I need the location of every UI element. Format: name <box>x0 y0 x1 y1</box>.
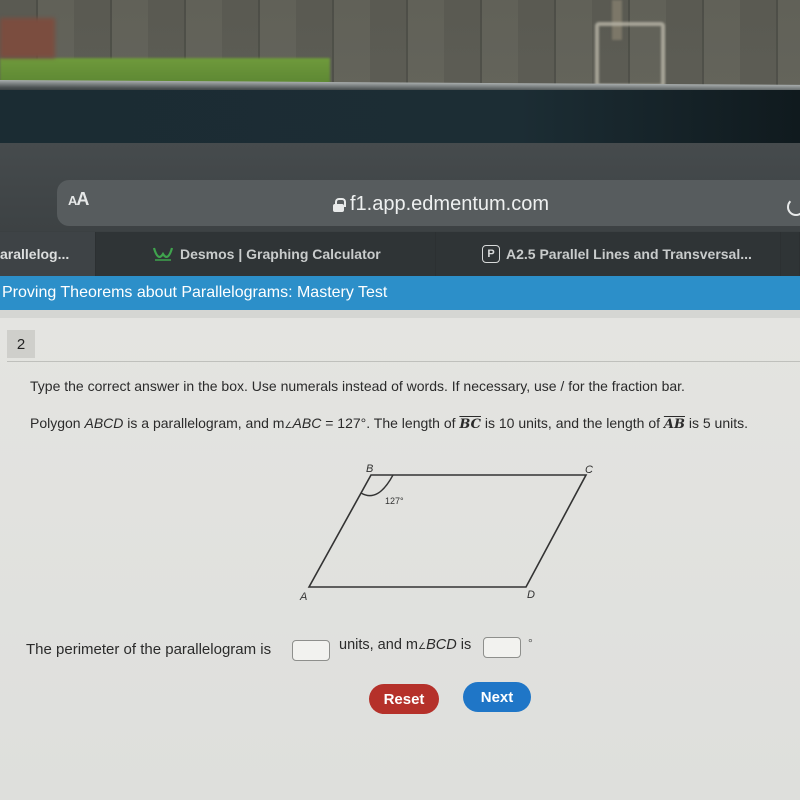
vertex-c: C <box>585 464 593 476</box>
tab-parallel-lines[interactable]: P A2.5 Parallel Lines and Transversal... <box>436 232 781 276</box>
angle-label: 127° <box>385 496 404 506</box>
segment-bc: BC <box>459 417 481 432</box>
degree-symbol: ° <box>528 636 533 650</box>
parallelogram-shape <box>307 474 588 588</box>
vertex-a: A <box>299 591 307 603</box>
url-text: f1.app.edmentum.com <box>350 193 549 215</box>
text-size-large-a: A <box>76 189 89 209</box>
background-brick <box>0 18 55 58</box>
perimeter-input[interactable] <box>292 640 330 661</box>
instructions: Type the correct answer in the box. Use … <box>30 378 685 394</box>
angle-name: BCD <box>426 637 457 653</box>
tab-bar: arallelog... Desmos | Graphing Calculato… <box>0 232 800 276</box>
answer-text: is <box>456 637 472 653</box>
reload-icon[interactable] <box>787 198 800 216</box>
text-size-button[interactable]: AA <box>68 189 89 210</box>
tab-parallelograms[interactable]: arallelog... <box>0 232 96 276</box>
tab-label: arallelog... <box>0 246 70 262</box>
answer-text: units, and m <box>339 637 418 653</box>
segment-ab: AB <box>663 417 685 432</box>
tab-bar-empty <box>781 232 800 276</box>
p-badge-icon: P <box>482 245 500 263</box>
parallelogram-figure: 127° B C A D <box>299 463 593 603</box>
problem-statement: Polygon ABCD is a parallelogram, and m∠A… <box>30 415 748 432</box>
problem-text: is 10 units, and the length of <box>480 415 664 431</box>
lock-icon <box>333 197 346 212</box>
vertex-b: B <box>366 463 373 475</box>
next-button[interactable]: Next <box>463 682 531 712</box>
problem-text: is 5 units. <box>684 415 748 431</box>
angle-bcd-input[interactable] <box>483 637 521 658</box>
laptop-bezel <box>0 90 800 150</box>
angle-symbol: ∠ <box>284 420 293 430</box>
vertex-d: D <box>527 589 535 601</box>
reset-button[interactable]: Reset <box>369 684 439 714</box>
test-title-bar: Proving Theorems about Parallelograms: M… <box>0 276 800 310</box>
tab-label: Desmos | Graphing Calculator <box>180 246 381 262</box>
problem-text: = 127°. The length of <box>321 415 460 431</box>
answer-middle: units, and m∠BCD is <box>339 637 471 653</box>
question-header <box>7 326 800 362</box>
desmos-logo-icon <box>152 246 174 262</box>
question-number: 2 <box>7 330 35 358</box>
problem-text: is a parallelogram, and m <box>123 415 285 431</box>
background-chair <box>595 22 665 88</box>
tab-label: A2.5 Parallel Lines and Transversal... <box>506 246 752 262</box>
url-display[interactable]: f1.app.edmentum.com <box>333 193 549 216</box>
angle-name: ABC <box>292 415 322 431</box>
content-top-strip <box>0 310 800 318</box>
polygon-name: ABCD <box>84 415 124 431</box>
problem-text: Polygon <box>30 415 85 431</box>
angle-symbol: ∠ <box>418 641 427 651</box>
answer-prefix: The perimeter of the parallelogram is <box>26 641 272 658</box>
tab-desmos[interactable]: Desmos | Graphing Calculator <box>96 232 436 276</box>
page-title: Proving Theorems about Parallelograms: M… <box>2 284 388 301</box>
